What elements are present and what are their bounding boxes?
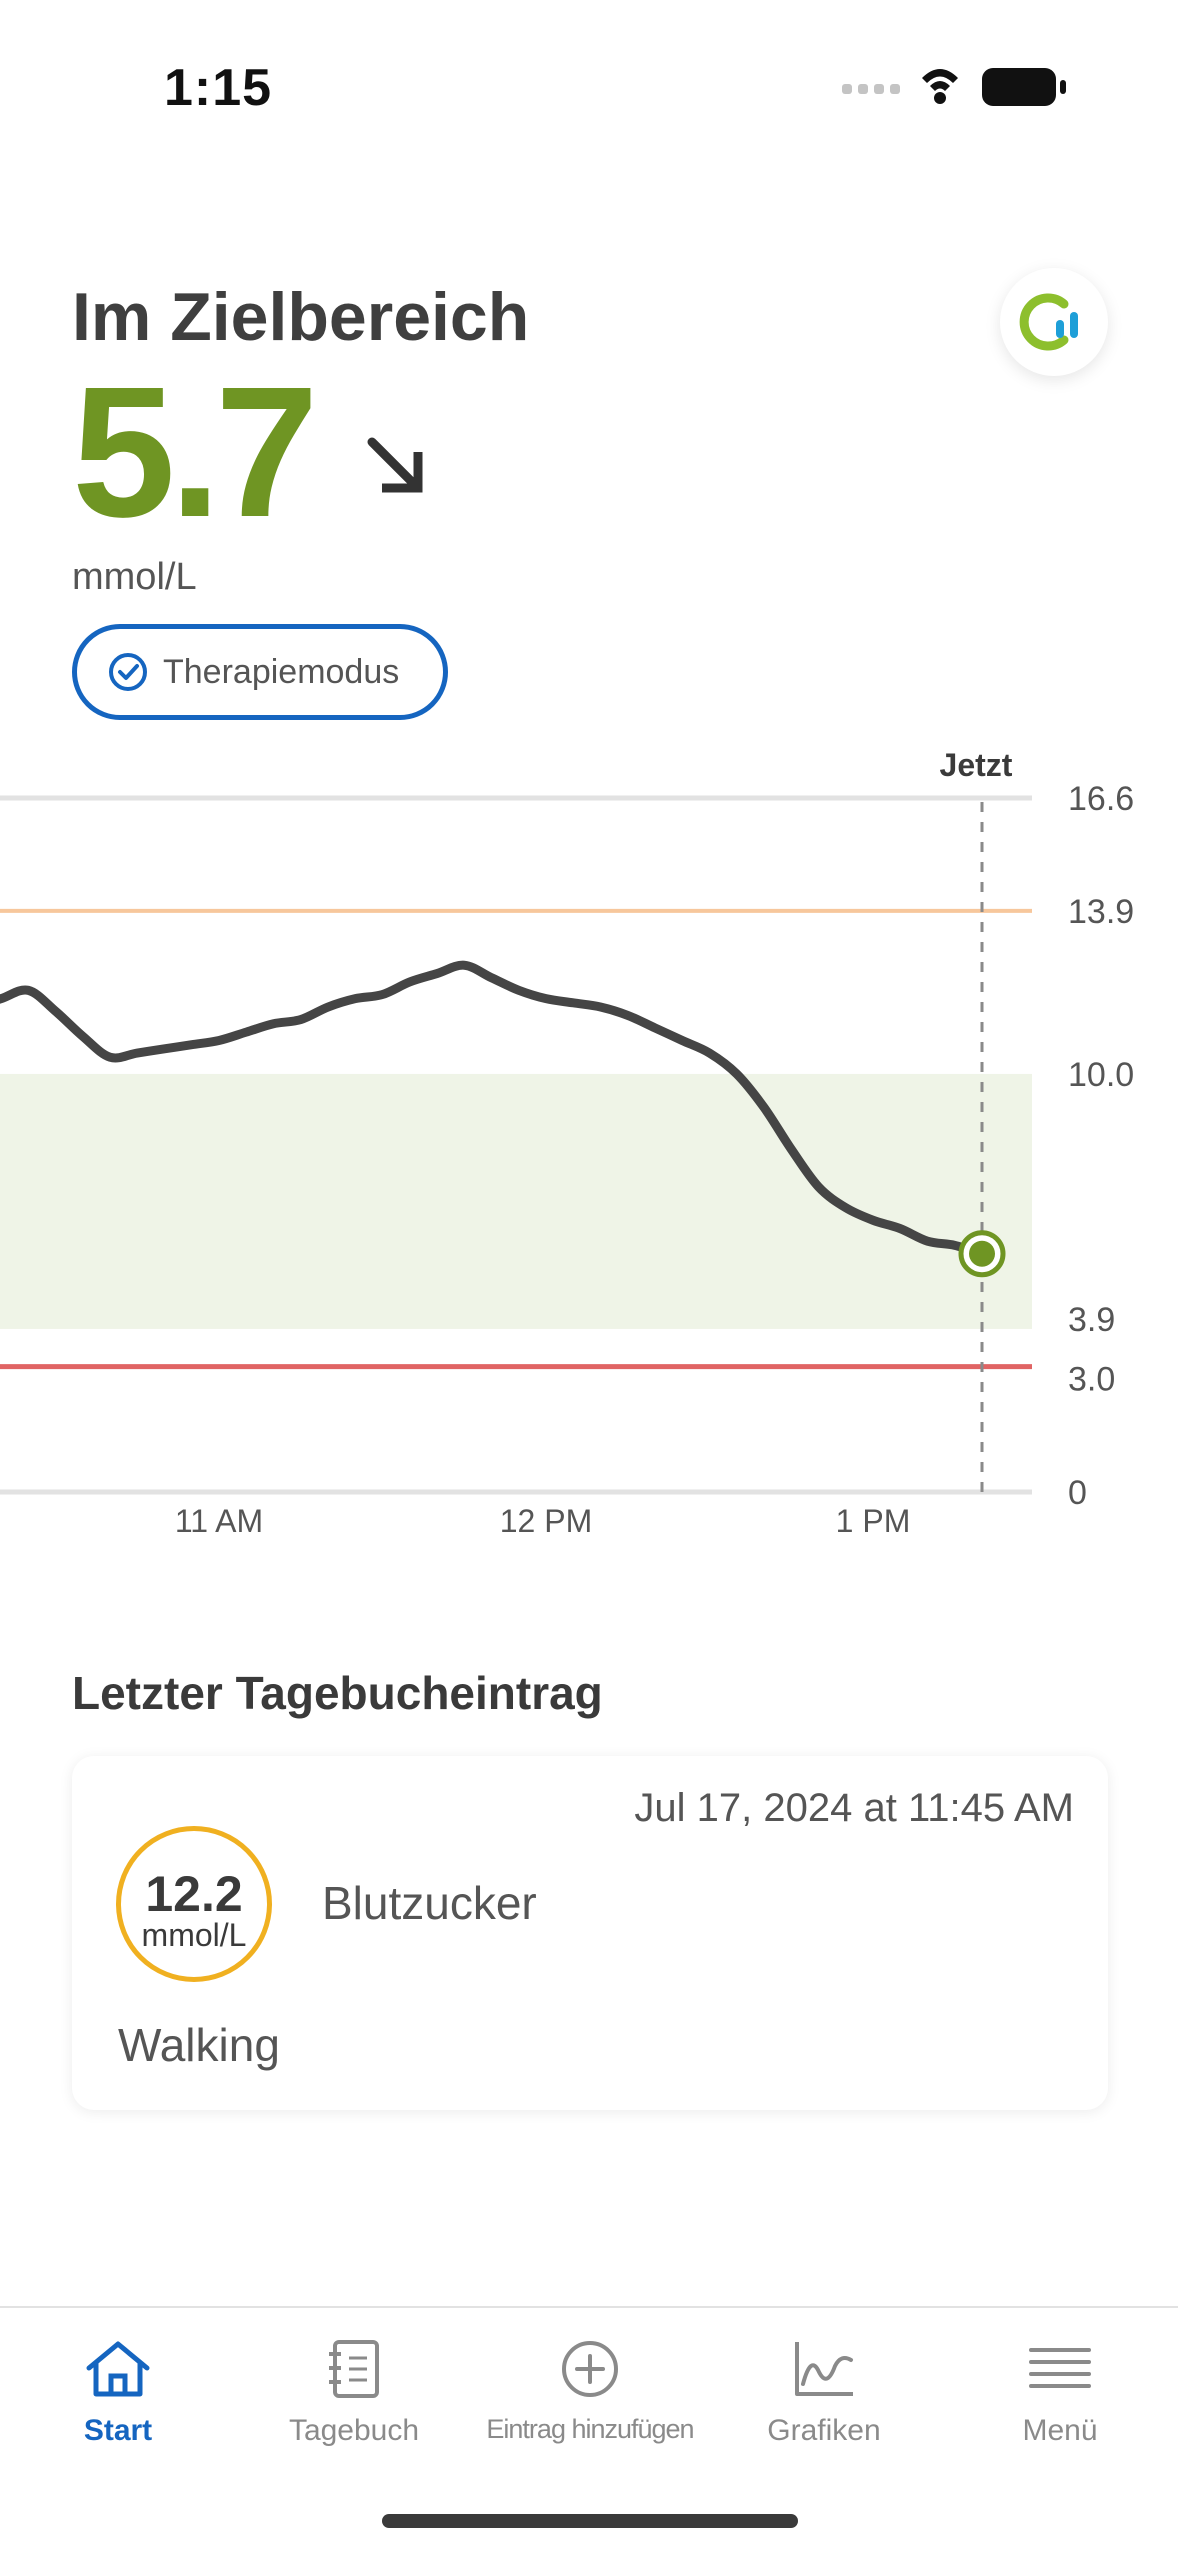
- status-time: 1:15: [164, 59, 273, 117]
- entry-date: Jul 17, 2024 at 11:45 AM: [634, 1786, 1074, 1830]
- check-circle-icon: [109, 653, 147, 691]
- y-tick-label: 10.0: [1068, 1056, 1134, 1094]
- tab-add-entry[interactable]: Eintrag hinzufügen: [472, 2338, 708, 2445]
- chart-icon: [795, 2342, 853, 2396]
- arrow-down-right-icon: [367, 437, 423, 493]
- tab-label: Grafiken: [767, 2414, 881, 2447]
- now-label: Jetzt: [940, 747, 1013, 783]
- glucose-status-title: Im Zielbereich: [72, 279, 530, 355]
- target-range-band: [0, 1073, 1032, 1329]
- home-icon: [86, 2341, 150, 2397]
- tab-label: Tagebuch: [288, 2414, 420, 2447]
- y-tick-label: 0: [1068, 1474, 1087, 1512]
- tab-tagebuch[interactable]: Tagebuch: [236, 2338, 472, 2448]
- x-tick-label: 1 PM: [836, 1503, 911, 1539]
- add-circle-icon: [562, 2341, 618, 2397]
- tab-label: Menü: [1022, 2414, 1098, 2447]
- glucose-trend-chart: Jetzt 16.6 13.9 10.0 3.9 3.0 0 11 AM 12 PM 1 PM: [0, 747, 1134, 1539]
- glucose-unit: mmol/L: [72, 556, 197, 598]
- menu-icon: [1029, 2348, 1091, 2388]
- entry-glucose-badge: 12.2 mmol/L: [116, 1826, 272, 1982]
- status-icons: [842, 68, 1066, 106]
- app-logo-button[interactable]: [1000, 268, 1108, 376]
- entry-glucose-unit: mmol/L: [141, 1917, 247, 1953]
- tab-menu[interactable]: Menü: [942, 2338, 1178, 2448]
- y-tick-label: 13.9: [1068, 893, 1134, 931]
- tab-label: Eintrag hinzufügen: [486, 2414, 694, 2444]
- y-tick-label: 3.0: [1068, 1361, 1115, 1399]
- battery-icon: [982, 68, 1066, 106]
- x-tick-label: 12 PM: [500, 1503, 592, 1539]
- tab-grafiken[interactable]: Grafiken: [706, 2338, 942, 2448]
- current-point: [969, 1240, 995, 1267]
- y-tick-label: 3.9: [1068, 1301, 1115, 1339]
- entry-note: Walking: [118, 2019, 280, 2071]
- entry-glucose-value: 12.2: [145, 1866, 243, 1922]
- diary-entry-card[interactable]: Jul 17, 2024 at 11:45 AM 12.2 mmol/L Blu…: [72, 1756, 1108, 2110]
- diary-section-title: Letzter Tagebucheintrag: [72, 1667, 603, 1719]
- entry-type: Blutzucker: [322, 1877, 537, 1929]
- cellular-signal-icon: [842, 84, 900, 94]
- current-glucose-value: 5.7: [72, 349, 319, 556]
- home-indicator: [382, 2514, 798, 2528]
- tab-start[interactable]: Start: [0, 2338, 236, 2448]
- app-logo-icon: [1019, 293, 1078, 351]
- x-tick-label: 11 AM: [175, 1503, 263, 1539]
- therapy-mode-button[interactable]: Therapiemodus: [72, 624, 448, 720]
- notebook-icon: [329, 2340, 379, 2398]
- tab-label: Start: [83, 2414, 153, 2447]
- wifi-icon: [922, 69, 958, 104]
- therapy-mode-label: Therapiemodus: [163, 652, 400, 691]
- y-tick-label: 16.6: [1068, 780, 1134, 818]
